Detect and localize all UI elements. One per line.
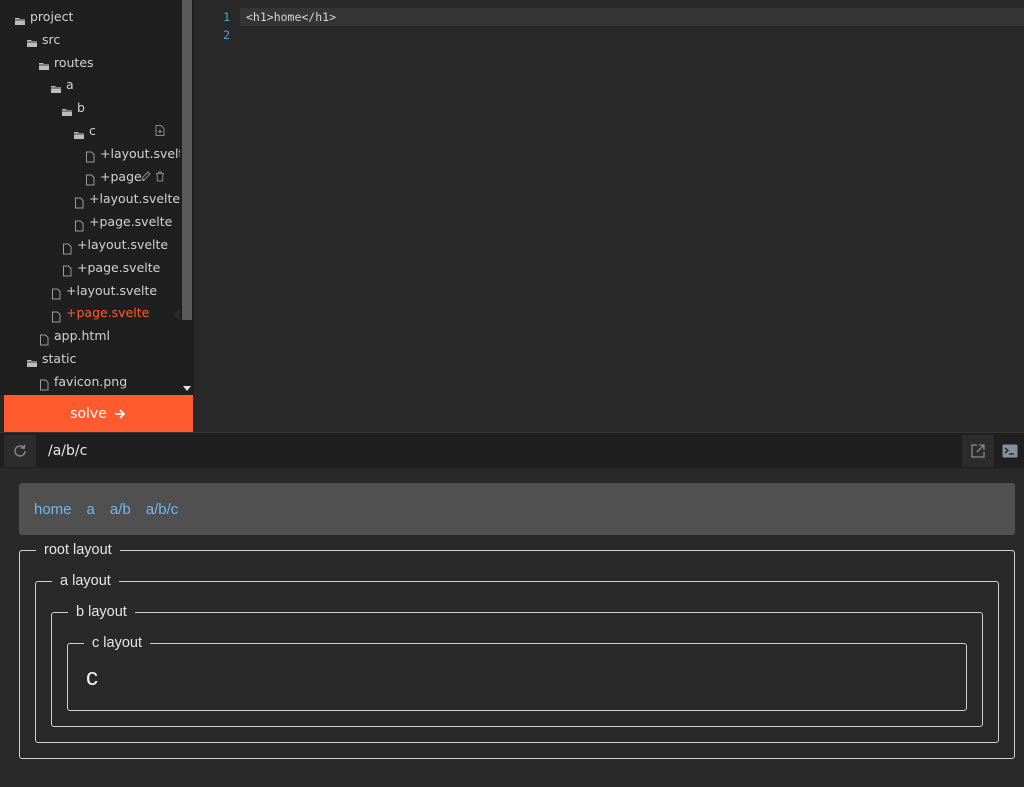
file-icon (84, 147, 96, 163)
line-number: 2 (223, 28, 230, 42)
nav-link-a[interactable]: a (87, 501, 95, 518)
layout-legend: a layout (60, 573, 111, 589)
tree-file[interactable]: +page.svelte (73, 210, 172, 233)
file-icon (73, 193, 85, 209)
tree-folder[interactable]: project (14, 5, 73, 28)
terminal-icon (1002, 444, 1018, 458)
arrow-right-icon (114, 408, 125, 419)
tree-file[interactable]: favicon.png (38, 370, 127, 393)
file-icon (61, 239, 73, 254)
tree-item-label: favicon.png (54, 373, 128, 389)
file-icon (50, 307, 62, 323)
tree-folder[interactable]: b (61, 96, 85, 119)
solve-label: solve (70, 405, 107, 422)
tree-item-label: +page.svelte (89, 214, 173, 230)
tree-item-label: +page.svelte (77, 259, 161, 275)
tree-item-label: +layout.svelte (89, 191, 181, 207)
pencil-icon[interactable] (141, 171, 151, 181)
nav-link-a-b-c[interactable]: a/b/c (146, 501, 179, 518)
url-input[interactable]: /a/b/c (38, 435, 959, 467)
layout-legend: root layout (44, 542, 112, 558)
tree-item-label: routes (54, 54, 94, 70)
folder-icon (14, 11, 26, 25)
line-number: 1 (223, 10, 230, 24)
trash-icon[interactable] (155, 171, 165, 182)
tree-item-label: src (42, 31, 61, 47)
active-file-marker (173, 309, 180, 321)
layout-legend: b layout (76, 604, 127, 620)
file-icon (38, 375, 50, 391)
tree-file[interactable]: app.html (38, 324, 110, 347)
tree-file[interactable]: +page. (84, 165, 164, 188)
nav-link-a-b[interactable]: a/b (110, 501, 131, 518)
preview-pane: home a a/b a/b/c root layout a layout b … (0, 468, 1024, 787)
tree-folder[interactable]: routes (38, 51, 94, 74)
tree-item-label: +layout.svelte (77, 237, 169, 252)
code-line[interactable] (240, 26, 1024, 44)
layout-legend: c layout (92, 635, 142, 651)
file-icon (61, 261, 73, 277)
open-in-new-window-button[interactable] (962, 435, 994, 467)
tree-item-label: app.html (54, 328, 110, 344)
tree-item-label: project (30, 9, 74, 24)
tree-item-label: static (42, 351, 77, 366)
folder-icon (26, 33, 38, 48)
tree-file[interactable]: +page.svelte (50, 301, 149, 324)
tree-item-label: +layout.svelte (100, 145, 192, 161)
page-content: c (86, 664, 98, 691)
tree-item-label: +layout.svelte (66, 282, 158, 298)
tree-item-label: a (66, 77, 74, 93)
reload-button[interactable] (4, 435, 36, 467)
preview-nav: home a a/b a/b/c (19, 483, 1015, 535)
tree-folder[interactable]: static (26, 347, 76, 370)
tree-item-label: +page. (100, 168, 146, 184)
file-icon (84, 170, 96, 186)
folder-icon (73, 125, 85, 139)
terminal-button[interactable] (996, 435, 1024, 467)
file-tree: project src routes a b c +layout.svelte +page. +… (0, 0, 194, 395)
preview-toolbar: /a/b/c (0, 432, 1024, 468)
scrollbar-thumb[interactable] (182, 0, 192, 320)
reload-icon (14, 444, 26, 457)
folder-icon (38, 56, 50, 71)
folder-icon (26, 353, 38, 367)
open-external-icon (971, 444, 985, 458)
scroll-down-arrow-icon[interactable] (182, 383, 192, 393)
tree-folder[interactable]: c (73, 119, 165, 142)
tree-file[interactable]: +layout.svelte (73, 187, 180, 210)
tree-item-label: +page.svelte (66, 305, 150, 321)
tree-file[interactable]: +layout.svelte (84, 142, 191, 165)
tree-folder[interactable]: src (26, 28, 60, 51)
file-icon (73, 216, 85, 232)
code-line[interactable]: <h1>home</h1> (240, 8, 1024, 26)
tree-file[interactable]: +layout.svelte (50, 279, 157, 302)
tree-file[interactable]: +page.svelte (61, 256, 160, 279)
tree-folder[interactable]: a (50, 73, 74, 96)
folder-icon (61, 102, 73, 116)
c-layout-box: c layout (67, 635, 967, 711)
code-editor[interactable]: 1 <h1>home</h1> 2 (194, 0, 1024, 432)
folder-icon (50, 79, 62, 93)
solve-button[interactable]: solve (4, 395, 193, 432)
file-icon (50, 284, 62, 300)
new-file-icon[interactable] (155, 125, 165, 136)
tree-item-label: c (89, 123, 96, 138)
tree-file[interactable]: +layout.svelte (61, 233, 168, 256)
tree-item-label: b (77, 100, 85, 116)
tree-scrollbar[interactable] (180, 0, 194, 395)
nav-link-home[interactable]: home (34, 501, 72, 518)
file-icon (38, 330, 50, 346)
